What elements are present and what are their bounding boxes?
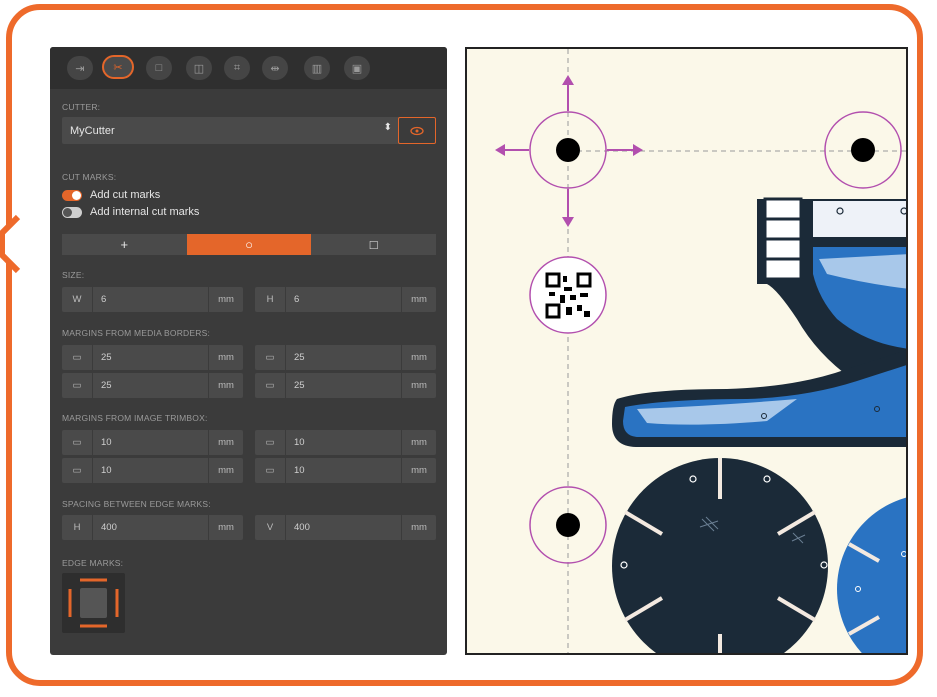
add-internal-label: Add internal cut marks xyxy=(90,206,200,218)
trim-margin-bottom-value: 10 xyxy=(294,465,305,476)
chevron-updown-icon: ⬍ xyxy=(383,122,392,133)
spacing-v-field[interactable]: V 400 mm xyxy=(255,515,436,540)
trim-left-icon: ▭ xyxy=(62,458,93,483)
media-margin-right-unit: mm xyxy=(401,345,436,370)
cutter-value: MyCutter xyxy=(70,124,115,137)
trim-right-icon: ▭ xyxy=(255,430,286,455)
cut-mark-top-left[interactable] xyxy=(495,75,643,227)
trim-margin-left-unit: mm xyxy=(208,458,243,483)
spacing-v-unit: mm xyxy=(401,515,436,540)
cutter-label: CUTTER: xyxy=(62,102,101,112)
trim-margin-left-field[interactable]: ▭ 10 mm xyxy=(62,458,243,483)
shape-square-option[interactable]: □ xyxy=(311,234,437,255)
add-cut-marks-toggle[interactable] xyxy=(62,189,82,201)
media-margin-left-unit: mm xyxy=(208,373,243,398)
cut-marks-label: CUT MARKS: xyxy=(62,172,117,182)
qr-code-mark[interactable] xyxy=(529,256,607,334)
preview-artwork xyxy=(495,49,906,653)
margins-trim-label: MARGINS FROM IMAGE TRIMBOX: xyxy=(62,413,208,423)
trim-margin-bottom-unit: mm xyxy=(401,458,436,483)
trim-margin-left-value: 10 xyxy=(101,465,112,476)
cut-mark-top-right[interactable] xyxy=(824,111,902,189)
target-icon[interactable]: ◫ xyxy=(186,56,212,80)
calendar-icon[interactable]: ▣ xyxy=(344,56,370,80)
add-internal-toggle[interactable] xyxy=(62,206,82,218)
media-margin-left-value: 25 xyxy=(101,380,112,391)
margins-media-label: MARGINS FROM MEDIA BORDERS: xyxy=(62,328,211,338)
cut-marks-panel: ⇥ ✂ □ ◫ ⌗ ⇹ ▥ ▣ CUTTER: MyCutter ⬍ CUT M… xyxy=(50,47,447,655)
trim-margin-top-value: 10 xyxy=(101,437,112,448)
margin-top-icon: ▭ xyxy=(62,345,93,370)
trim-margin-bottom-field[interactable]: ▭ 10 mm xyxy=(255,458,436,483)
trim-bottom-icon: ▭ xyxy=(255,458,286,483)
media-margin-bottom-unit: mm xyxy=(401,373,436,398)
spacing-h-prefix: H xyxy=(62,515,93,540)
eye-icon xyxy=(410,126,424,135)
artwork-wheel xyxy=(612,458,828,653)
height-value: 6 xyxy=(294,294,300,305)
frame-icon[interactable]: ⌗ xyxy=(224,56,250,80)
shape-cross-option[interactable]: + xyxy=(62,234,187,255)
preview-canvas xyxy=(465,47,908,655)
import-icon[interactable]: ⇥ xyxy=(67,56,93,80)
margin-right-icon: ▭ xyxy=(255,345,286,370)
mark-shape-selector: + ○ □ xyxy=(62,234,437,255)
media-margin-top-field[interactable]: ▭ 25 mm xyxy=(62,345,243,370)
trim-top-icon: ▭ xyxy=(62,430,93,455)
media-margin-right-field[interactable]: ▭ 25 mm xyxy=(255,345,436,370)
add-cut-marks-row[interactable]: Add cut marks xyxy=(62,189,160,201)
spacing-v-value: 400 xyxy=(294,522,310,533)
add-cut-marks-label: Add cut marks xyxy=(90,189,161,201)
edge-marks-icon xyxy=(68,578,119,628)
margin-left-icon: ▭ xyxy=(62,373,93,398)
edge-marks-label: EDGE MARKS: xyxy=(62,558,124,568)
height-unit: mm xyxy=(401,287,436,312)
media-margin-top-value: 25 xyxy=(101,352,112,363)
width-unit: mm xyxy=(208,287,243,312)
mirror-icon[interactable]: ⇹ xyxy=(262,56,288,80)
spacing-h-field[interactable]: H 400 mm xyxy=(62,515,243,540)
trim-margin-right-unit: mm xyxy=(401,430,436,455)
shape-circle-option[interactable]: ○ xyxy=(186,234,312,255)
media-margin-bottom-value: 25 xyxy=(294,380,305,391)
height-field[interactable]: H 6 mm xyxy=(255,287,436,312)
trim-margin-right-value: 10 xyxy=(294,437,305,448)
media-margin-bottom-field[interactable]: ▭ 25 mm xyxy=(255,373,436,398)
add-internal-row[interactable]: Add internal cut marks xyxy=(62,206,199,218)
barcode-icon[interactable]: ▥ xyxy=(304,56,330,80)
trim-margin-top-field[interactable]: ▭ 10 mm xyxy=(62,430,243,455)
media-margin-left-field[interactable]: ▭ 25 mm xyxy=(62,373,243,398)
spacing-label: SPACING BETWEEN EDGE MARKS: xyxy=(62,499,211,509)
width-prefix: W xyxy=(62,287,93,312)
margin-bottom-icon: ▭ xyxy=(255,373,286,398)
trim-margin-top-unit: mm xyxy=(208,430,243,455)
media-margin-right-value: 25 xyxy=(294,352,305,363)
artwork-blue-wheel xyxy=(837,497,906,653)
spacing-v-prefix: V xyxy=(255,515,286,540)
trim-margin-right-field[interactable]: ▭ 10 mm xyxy=(255,430,436,455)
cut-mark-bottom-left[interactable] xyxy=(529,486,607,564)
spacing-h-value: 400 xyxy=(101,522,117,533)
toolbar: ⇥ ✂ □ ◫ ⌗ ⇹ ▥ ▣ xyxy=(50,47,447,89)
size-label: SIZE: xyxy=(62,270,85,280)
square-icon[interactable]: □ xyxy=(146,56,172,80)
width-value: 6 xyxy=(101,294,107,305)
artwork-structure xyxy=(757,197,906,379)
height-prefix: H xyxy=(255,287,286,312)
callout-notch xyxy=(0,213,24,274)
media-margin-top-unit: mm xyxy=(208,345,243,370)
spacing-h-unit: mm xyxy=(208,515,243,540)
cutter-select[interactable]: MyCutter ⬍ xyxy=(62,117,400,144)
width-field[interactable]: W 6 mm xyxy=(62,287,243,312)
edge-marks-selector[interactable] xyxy=(62,573,125,633)
cutter-settings-button[interactable] xyxy=(398,117,436,144)
cut-icon[interactable]: ✂ xyxy=(102,55,134,79)
